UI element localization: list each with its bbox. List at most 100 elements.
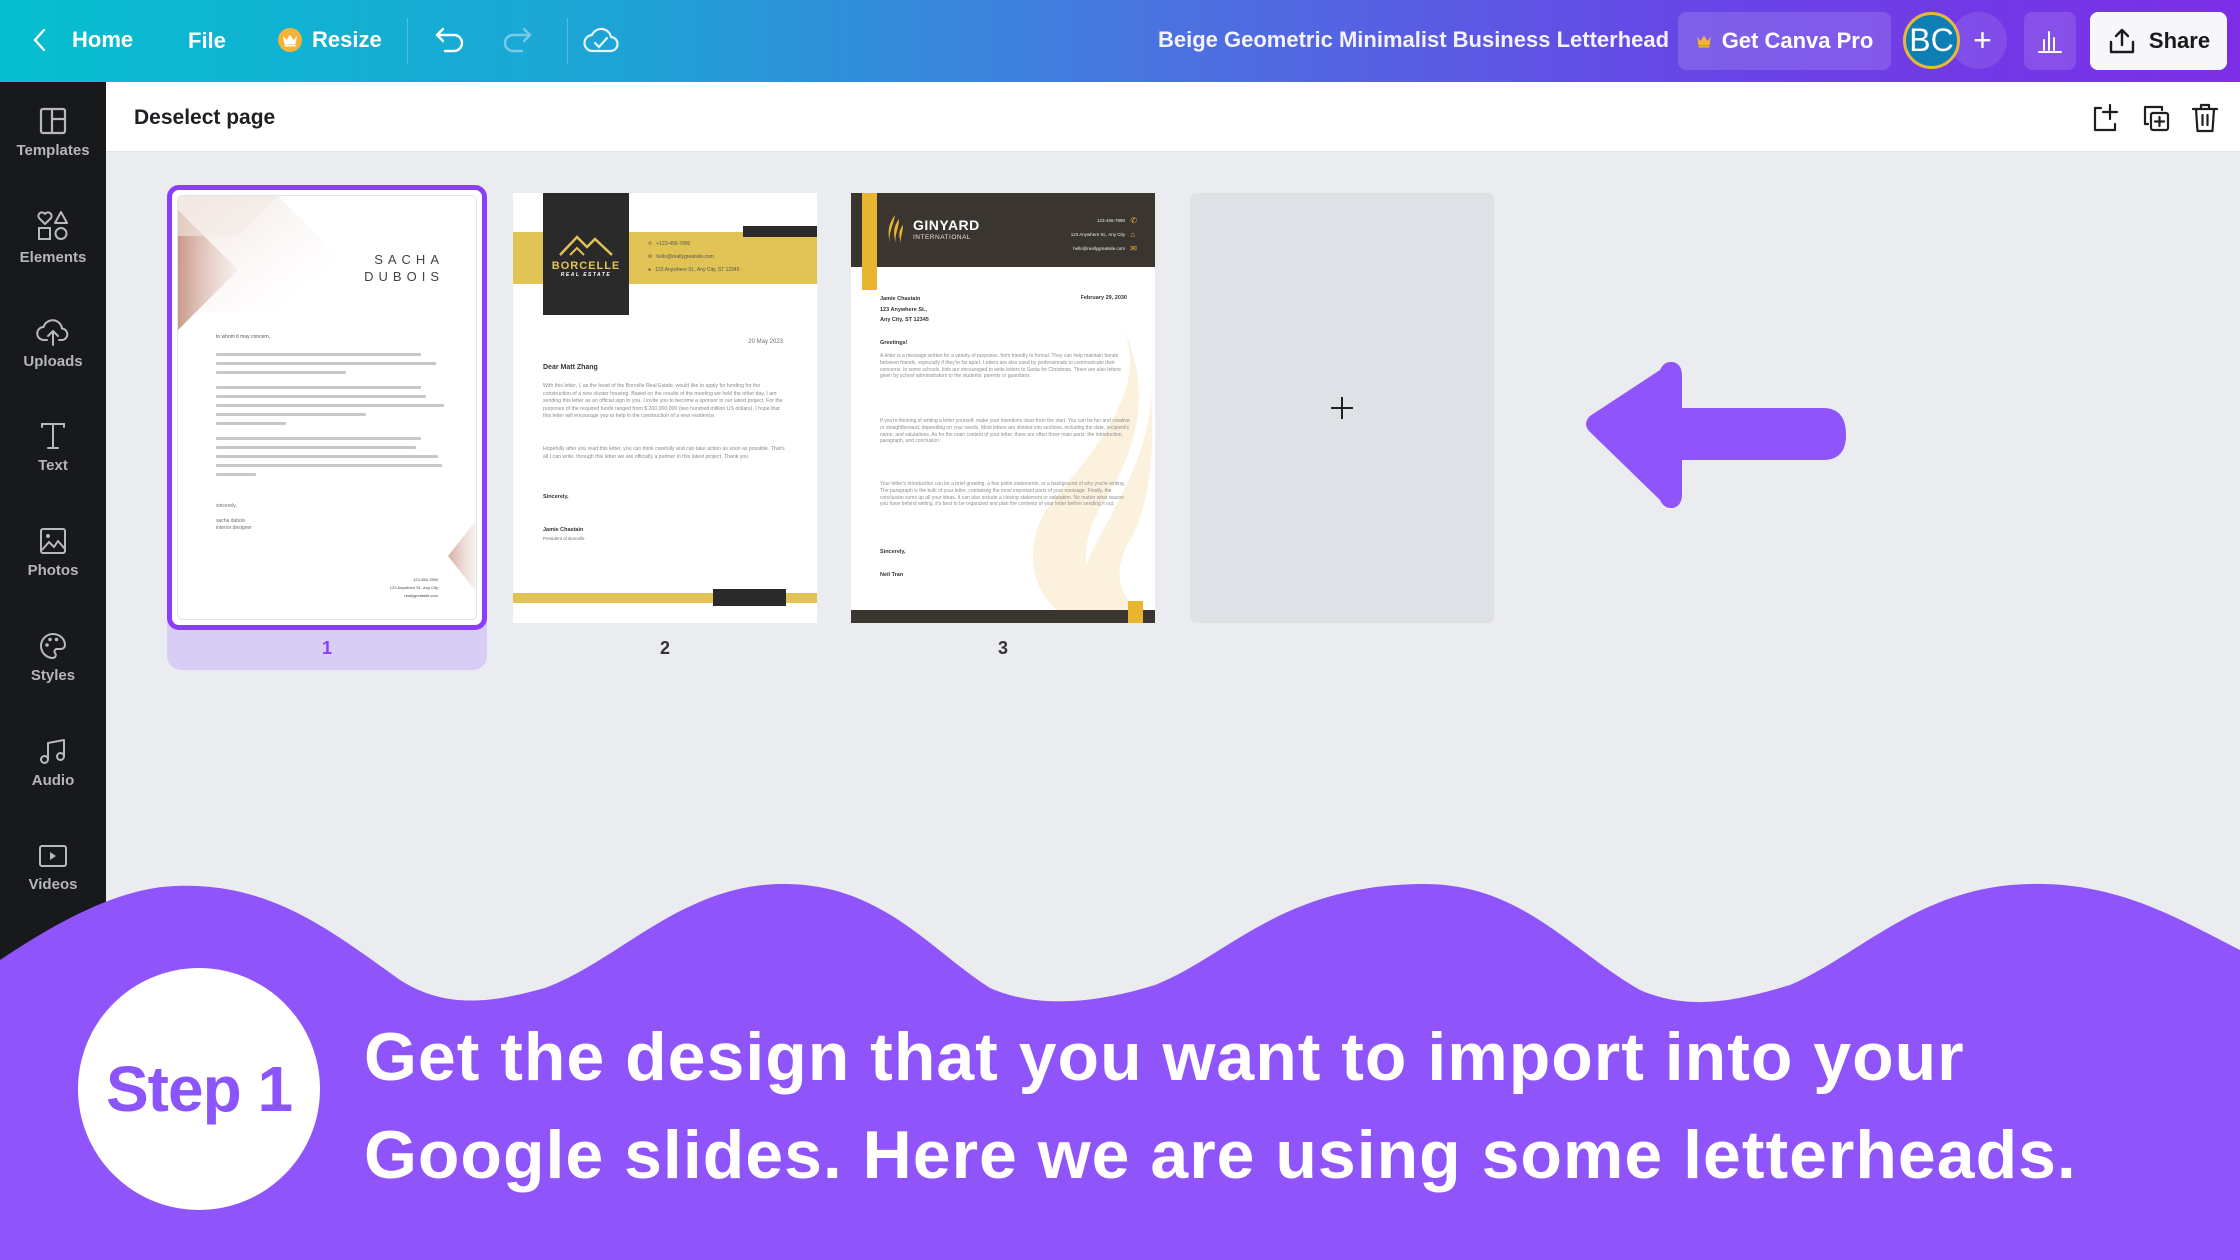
- email-line: ✉ hello@reallygreatsite.com: [648, 254, 714, 260]
- add-new-page-placeholder[interactable]: [1190, 193, 1494, 623]
- sidebar-item-text[interactable]: Text: [0, 397, 106, 497]
- sidebar-item-styles[interactable]: Styles: [0, 607, 106, 707]
- home-icon: ⌂: [1130, 230, 1136, 239]
- video-icon: [39, 844, 67, 867]
- share-label: Share: [2148, 28, 2211, 53]
- document-title[interactable]: Beige Geometric Minimalist Business Lett…: [1158, 27, 1669, 53]
- footer-accent-bar: [713, 589, 786, 606]
- address: 123 Anywhere St., Any City, ST 12345: [655, 267, 740, 273]
- get-canva-pro-button[interactable]: Get Canva Pro: [1678, 12, 1891, 70]
- tutorial-caption: Get the design that you want to import i…: [364, 1008, 2224, 1204]
- pointer-arrow-icon: [1586, 362, 1846, 508]
- redo-icon: [503, 27, 532, 53]
- plus-icon: [1331, 397, 1353, 419]
- sender-street: 123 Anywhere St.,: [880, 306, 927, 313]
- undo-button[interactable]: [433, 25, 467, 55]
- page-number-1: 1: [321, 638, 332, 658]
- brand-subtitle: INTERNATIONAL: [913, 234, 972, 241]
- mail-icon: ✉: [1130, 244, 1137, 253]
- signoff: sincerely,: [216, 503, 237, 509]
- save-status-button[interactable]: [583, 23, 619, 57]
- avatar-initials: BC: [1909, 22, 1954, 58]
- sidebar-item-elements[interactable]: Elements: [0, 187, 106, 287]
- home-label: Home: [72, 27, 134, 52]
- file-label: File: [188, 28, 226, 53]
- greeting: Greetings!: [880, 340, 908, 346]
- sidebar-item-label: Templates: [16, 141, 90, 159]
- crown-icon: [1696, 35, 1711, 48]
- caption-line-1: Get the design that you want to import i…: [364, 1019, 1965, 1095]
- text-icon: [41, 422, 65, 449]
- phone: 123-456-7890: [1096, 218, 1125, 223]
- sidebar-item-label: Photos: [27, 561, 79, 579]
- phone-icon: ✆: [1130, 216, 1137, 225]
- flame-logo-icon: [888, 215, 903, 243]
- body-paragraph-3: Your letter's introduction can be a brie…: [880, 481, 1126, 508]
- page-thumbnail-1[interactable]: SACHA DUBOIS to whom it may concern, sin…: [167, 185, 487, 630]
- resize-button[interactable]: Resize: [278, 27, 382, 53]
- name-line-1: SACHA: [374, 252, 444, 267]
- share-upload-icon: [2109, 28, 2135, 54]
- signoff: Sincerely,: [543, 494, 569, 500]
- sidebar-item-templates[interactable]: Templates: [0, 82, 106, 182]
- duplicate-page-icon: [2143, 105, 2170, 132]
- page-thumbnail-2[interactable]: BORCELLE REAL ESTATE ✆ +123-456-7890 ✉ h…: [513, 193, 817, 623]
- sidebar-item-photos[interactable]: Photos: [0, 502, 106, 602]
- caption-line-2: Google slides. Here we are using some le…: [364, 1117, 2077, 1193]
- body-paragraph-2: If you're thinking of writing a letter y…: [880, 418, 1130, 445]
- contact-address: 123 Anywhere St., Any City: [389, 585, 438, 590]
- sidebar-item-label: Videos: [28, 875, 78, 893]
- redo-button[interactable]: [500, 25, 534, 55]
- page-thumbnail-3[interactable]: GINYARD INTERNATIONAL 123-456-7890 123 A…: [851, 193, 1155, 623]
- delete-page-button[interactable]: [2190, 102, 2222, 134]
- signer-name: Neil Tran: [880, 572, 904, 578]
- bar-chart-icon: [2038, 31, 2062, 53]
- header-accent-bar: [743, 226, 817, 237]
- delete-page-icon: [2191, 103, 2219, 133]
- elements-icon: [37, 210, 68, 240]
- body-text-placeholder: [216, 353, 446, 482]
- sender-name: Jamie Chastain: [880, 296, 921, 302]
- address: 123 Anywhere St., Any City: [1070, 232, 1125, 237]
- add-page-button[interactable]: [2090, 102, 2122, 134]
- contact-website: reallygreatsite.com: [404, 593, 438, 598]
- footer-gold-accent: [1128, 601, 1143, 623]
- duplicate-page-button[interactable]: [2140, 102, 2172, 134]
- brand-subtitle: REAL ESTATE: [560, 271, 612, 278]
- insights-button[interactable]: [2024, 12, 2076, 70]
- cloud-check-icon: [583, 27, 619, 53]
- sidebar-item-label: Styles: [30, 666, 76, 684]
- step-badge: Step 1: [78, 968, 320, 1210]
- file-menu-button[interactable]: File: [188, 28, 226, 54]
- signer-title: interior designer: [216, 525, 252, 531]
- sidebar-item-videos[interactable]: Videos: [0, 817, 106, 917]
- sidebar-item-audio[interactable]: Audio: [0, 712, 106, 812]
- home-button[interactable]: Home: [30, 26, 133, 54]
- deselect-page-button[interactable]: Deselect page: [134, 106, 275, 130]
- gold-accent-bar: [862, 193, 877, 290]
- user-avatar[interactable]: BC: [1903, 12, 1960, 69]
- contact-block: 123-456-7890 123 Anywhere St., Any City …: [1071, 214, 1125, 256]
- email: hello@reallygreatsite.com: [1073, 246, 1125, 251]
- screen: Home File Resize Beige Geometric Minimal…: [0, 0, 2240, 1260]
- letter-date: 20 May 2023: [748, 339, 783, 345]
- palette-icon: [40, 632, 67, 659]
- body-paragraph-1: A letter is a message written for a vari…: [880, 353, 1121, 380]
- signoff: Sincerely,: [880, 549, 906, 555]
- sender-city: Any City, ST 12345: [880, 317, 929, 323]
- step-label: Step 1: [105, 1053, 293, 1125]
- share-button[interactable]: Share: [2090, 12, 2227, 70]
- brand-logo-block: BORCELLE REAL ESTATE: [543, 193, 629, 315]
- photos-icon: [40, 527, 66, 554]
- templates-icon: [39, 107, 67, 134]
- signer-name: sacha dubois: [216, 518, 246, 524]
- chevron-left-icon: [33, 28, 46, 52]
- contact-icons: ✆ ⌂ ✉: [1130, 214, 1137, 256]
- letterhead-name: SACHA DUBOIS: [364, 251, 444, 285]
- salutation: Dear Matt Zhang: [543, 364, 598, 371]
- sidebar-item-uploads[interactable]: Uploads: [0, 292, 106, 392]
- address-line: ● 123 Anywhere St., Any City, ST 12345: [648, 267, 740, 273]
- contact-block: 123-456-7890 123 Anywhere St., Any City …: [390, 576, 438, 600]
- toolbar-divider: [567, 18, 568, 64]
- page-toolbar: Deselect page: [106, 82, 2240, 152]
